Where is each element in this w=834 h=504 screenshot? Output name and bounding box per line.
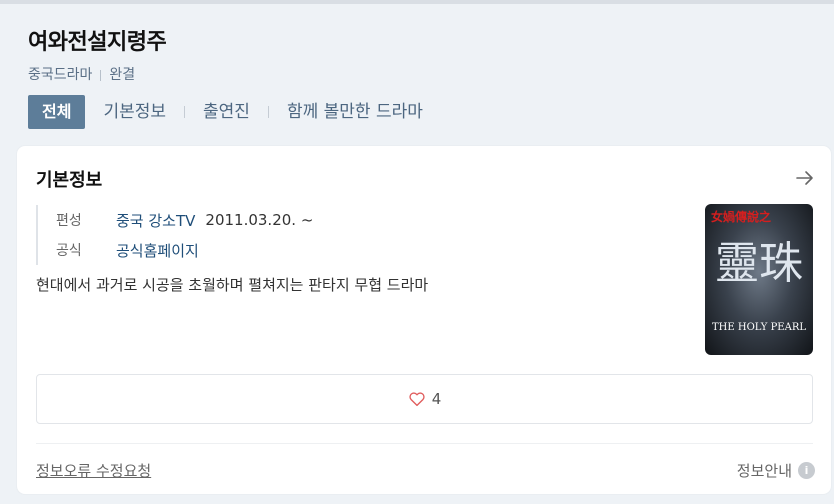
tab-basic-info[interactable]: 기본정보	[103, 95, 166, 129]
air-date: 2011.03.20. ~	[205, 211, 314, 229]
description: 현대에서 과거로 시공을 초월하며 펼쳐지는 판타지 무협 드라마	[36, 276, 429, 294]
like-count: 4	[431, 390, 442, 408]
official-homepage-link[interactable]: 공식홈페이지	[116, 240, 199, 261]
arrow-right-icon[interactable]	[795, 168, 815, 188]
heart-icon	[409, 392, 425, 407]
tab-cast[interactable]: 출연진	[203, 95, 250, 129]
genre-label: 중국드라마	[28, 67, 93, 83]
info-guide-button[interactable]: 정보안내 i	[737, 460, 815, 481]
info-label: 공식	[56, 243, 82, 259]
tab-separator	[267, 106, 269, 118]
info-icon: i	[798, 462, 815, 479]
report-error-link[interactable]: 정보오류 수정요청	[36, 460, 151, 481]
info-row-broadcast: 편성 중국 강소TV 2011.03.20. ~	[56, 205, 313, 235]
meta-line: 중국드라마 완결	[28, 66, 814, 84]
info-guide-label: 정보안내	[736, 462, 792, 480]
basic-info-card: 기본정보 편성 중국 강소TV 2011.03.20. ~ 공식 공식홈페이지 …	[17, 146, 831, 494]
page-title: 여와전설지령주	[28, 30, 167, 55]
poster-center-text: 靈珠	[715, 238, 803, 289]
status-label: 완결	[109, 67, 136, 83]
tab-separator	[184, 106, 186, 118]
meta-separator	[100, 69, 102, 81]
like-button[interactable]: 4	[36, 374, 813, 424]
poster-title-text: 女媧傳說之	[711, 210, 772, 224]
tab-all[interactable]: 전체	[28, 95, 86, 129]
divider	[36, 443, 813, 444]
tab-bar: 전체 기본정보 출연진 함께 볼만한 드라마	[28, 95, 423, 129]
tab-recommended-dramas[interactable]: 함께 볼만한 드라마	[287, 95, 423, 129]
card-title: 기본정보	[36, 170, 103, 191]
info-list: 편성 중국 강소TV 2011.03.20. ~ 공식 공식홈페이지	[36, 205, 313, 265]
broadcaster-link[interactable]: 중국 강소TV	[116, 210, 195, 231]
page-header: 여와전설지령주 중국드라마 완결	[28, 28, 814, 84]
poster-image[interactable]: 女媧傳說之 靈珠 THE HOLY PEARL	[705, 204, 813, 355]
poster-subtitle-text: THE HOLY PEARL	[712, 322, 806, 333]
top-border	[0, 0, 834, 4]
info-row-official: 공식 공식홈페이지	[56, 235, 313, 265]
info-label: 편성	[56, 213, 82, 229]
